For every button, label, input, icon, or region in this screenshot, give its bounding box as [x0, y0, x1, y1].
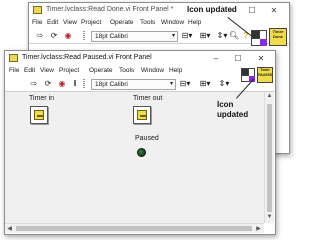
font-selector[interactable]: 18pt Calibri ▾	[91, 31, 178, 42]
vi-icon-paused-text: Timer PAUSED	[258, 68, 273, 77]
menu-operate[interactable]: Operate	[89, 67, 113, 74]
back-window-title: Timer.lvclass:Read Done.vi Front Panel *	[46, 6, 174, 13]
close-button[interactable]: ✕	[252, 53, 270, 64]
run-arrow-icon[interactable]: ⇨	[29, 79, 39, 89]
timer-class-icon	[34, 110, 44, 120]
scroll-right-arrow-icon[interactable]: ▶	[254, 225, 263, 232]
toolbar-grip	[83, 31, 85, 41]
menu-window[interactable]: Window	[141, 67, 164, 74]
back-toolbar: ⇨ ⟳ ◉ 18pt Calibri ▾ ⊟▾ ⊞▾ ⇕▾ 🔍︎ ?	[29, 29, 289, 44]
timer-out-indicator[interactable]	[133, 106, 151, 124]
chevron-down-icon: ▾	[171, 33, 175, 39]
menu-project[interactable]: Project	[81, 19, 101, 26]
connector-pane-icon[interactable]	[251, 30, 267, 46]
font-selector-value: 18pt Calibri	[95, 33, 128, 40]
paused-led-indicator[interactable]	[137, 148, 146, 157]
scroll-up-arrow-icon[interactable]: ▲	[265, 93, 274, 99]
menu-file[interactable]: File	[9, 67, 19, 74]
timer-in-label: Timer in	[29, 95, 55, 102]
vertical-scrollbar[interactable]: ▲ ▼	[264, 92, 274, 223]
front-window: Timer.lvclass:Read Paused.vi Front Panel…	[4, 50, 276, 235]
back-window-titlebar[interactable]: Timer.lvclass:Read Done.vi Front Panel *…	[29, 3, 289, 18]
labview-app-icon	[9, 54, 18, 62]
maximize-button[interactable]: ☐	[229, 53, 247, 64]
front-toolbar: ⇨ ⟳ ◉ ‖ 18pt Calibri ▾ ⊟▾ ⊞▾ ⇕▾	[5, 77, 275, 92]
menu-view[interactable]: View	[40, 67, 54, 74]
annotation-side-line1: Icon	[217, 100, 234, 109]
paused-label: Paused	[135, 135, 159, 142]
align-objects-icon[interactable]: ⊟▾	[179, 31, 195, 41]
resize-objects-icon[interactable]: ⇕▾	[217, 79, 231, 89]
menu-help[interactable]: Help	[169, 67, 182, 74]
abort-icon[interactable]: ◉	[63, 31, 73, 41]
resize-objects-icon[interactable]: ⇕▾	[215, 31, 229, 41]
distribute-objects-icon[interactable]: ⊞▾	[197, 79, 213, 89]
abort-icon[interactable]: ◉	[57, 79, 67, 89]
run-continuously-icon[interactable]: ⟳	[49, 31, 59, 41]
pause-icon[interactable]: ‖	[71, 79, 79, 89]
chevron-down-icon: ▾	[169, 81, 173, 87]
menu-help[interactable]: Help	[188, 19, 201, 26]
menu-tools[interactable]: Tools	[140, 19, 155, 26]
horizontal-scroll-thumb[interactable]	[16, 226, 252, 231]
menu-tools[interactable]: Tools	[119, 67, 134, 74]
menu-edit[interactable]: Edit	[24, 67, 35, 74]
vertical-scroll-thumb[interactable]	[267, 104, 272, 212]
timer-class-icon	[137, 110, 147, 120]
maximize-button[interactable]: ☐	[243, 5, 261, 16]
annotation-top: Icon updated	[187, 5, 237, 14]
run-continuously-icon[interactable]: ⟳	[43, 79, 53, 89]
vi-icon-paused[interactable]: Timer PAUSED	[257, 67, 273, 83]
vi-icon-done[interactable]: Timer Done	[269, 28, 287, 46]
align-objects-icon[interactable]: ⊟▾	[177, 79, 193, 89]
timer-in-control[interactable]	[30, 106, 48, 124]
front-window-title: Timer.lvclass:Read Paused.vi Front Panel	[22, 54, 152, 61]
menu-window[interactable]: Window	[161, 19, 184, 26]
font-selector[interactable]: 18pt Calibri ▾	[91, 79, 176, 90]
menu-project[interactable]: Project	[59, 67, 79, 74]
front-menubar: File Edit View Project Operate Tools Win…	[5, 66, 275, 77]
scroll-left-arrow-icon[interactable]: ◀	[5, 225, 14, 232]
scroll-down-arrow-icon[interactable]: ▼	[265, 214, 274, 220]
back-menubar: File Edit View Project Operate Tools Win…	[29, 18, 289, 29]
distribute-objects-icon[interactable]: ⊞▾	[197, 31, 213, 41]
toolbar-grip	[83, 79, 85, 89]
menu-file[interactable]: File	[32, 19, 42, 26]
minimize-button[interactable]: –	[207, 53, 225, 64]
run-arrow-icon[interactable]: ⇨	[35, 31, 45, 41]
annotation-side-line2: updated	[217, 110, 249, 119]
menu-edit[interactable]: Edit	[47, 19, 58, 26]
vi-icon-done-text: Timer Done	[272, 29, 284, 39]
timer-out-label: Timer out	[133, 95, 163, 102]
menu-view[interactable]: View	[63, 19, 77, 26]
font-selector-value: 18pt Calibri	[95, 81, 128, 88]
labview-app-icon	[33, 6, 42, 14]
front-window-titlebar[interactable]: Timer.lvclass:Read Paused.vi Front Panel…	[5, 51, 275, 66]
horizontal-scrollbar[interactable]: ◀ ▶	[5, 223, 264, 233]
search-icon[interactable]: 🔍︎	[229, 31, 239, 41]
close-button[interactable]: ✕	[265, 5, 283, 16]
menu-operate[interactable]: Operate	[110, 19, 134, 26]
